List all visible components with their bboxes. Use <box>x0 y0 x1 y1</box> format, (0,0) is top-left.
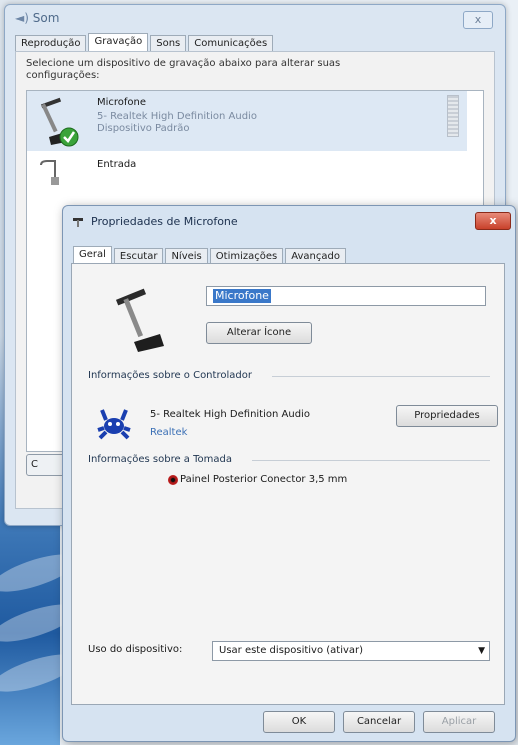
device-usage-value: Usar este dispositivo (ativar) <box>219 645 364 656</box>
dialog-titlebar: Propriedades de Microfone x <box>63 206 515 236</box>
tab-sons[interactable]: Sons <box>150 35 187 52</box>
ok-button[interactable]: OK <box>263 711 335 733</box>
microphone-icon <box>40 97 79 147</box>
jack-description: Painel Posterior Conector 3,5 mm <box>180 474 348 485</box>
device-row-microfone[interactable]: Microfone 5- Realtek High Definition Aud… <box>27 91 467 151</box>
change-icon-button[interactable]: Alterar Ícone <box>206 322 312 344</box>
sound-window-title-text: Som <box>32 11 60 25</box>
tab-reproducao[interactable]: Reprodução <box>15 35 87 52</box>
sound-tabs: Reprodução Gravação Sons Comunicações <box>15 33 275 52</box>
controller-vendor-link[interactable]: Realtek <box>150 427 187 438</box>
jack-color-icon <box>168 475 178 485</box>
jack-section-title: Informações sobre a Tomada <box>88 454 232 465</box>
device-status: Dispositivo Padrão <box>97 123 190 134</box>
microphone-large-icon <box>115 288 164 352</box>
device-driver: 5- Realtek High Definition Audio <box>97 111 257 122</box>
microphone-properties-dialog: Propriedades de Microfone x Geral Escuta… <box>62 205 516 742</box>
controller-properties-button[interactable]: Propriedades <box>396 405 498 427</box>
sound-window-title: ◄) Som <box>15 11 59 25</box>
sound-window-close-button[interactable]: x <box>463 11 493 29</box>
device-usage-select[interactable]: Usar este dispositivo (ativar) ▼ <box>212 641 490 661</box>
controller-section-rule <box>272 376 490 377</box>
device-usage-label: Uso do dispositivo: <box>88 644 183 655</box>
device-name-input[interactable]: Microfone <box>206 286 486 306</box>
jack-section-rule <box>252 460 490 461</box>
dialog-title: Propriedades de Microfone <box>91 215 238 228</box>
general-tab-panel: Microfone Alterar Ícone Informações sobr… <box>71 263 505 705</box>
device-name-microfone: Microfone <box>97 97 147 108</box>
cancel-button[interactable]: Cancelar <box>343 711 415 733</box>
controller-section-title: Informações sobre o Controlador <box>88 370 252 381</box>
tab-gravacao[interactable]: Gravação <box>88 33 149 52</box>
device-name-entrada: Entrada <box>97 159 137 170</box>
speaker-icon: ◄) <box>15 11 29 25</box>
apply-button[interactable]: Aplicar <box>423 711 495 733</box>
tab-comunicacoes[interactable]: Comunicações <box>188 35 274 52</box>
dialog-close-button[interactable]: x <box>475 212 511 230</box>
device-row-entrada[interactable]: Entrada <box>27 153 467 213</box>
level-meter <box>447 95 459 137</box>
chevron-down-icon: ▼ <box>478 646 485 656</box>
recording-description: Selecione um dispositivo de gravação aba… <box>26 58 341 81</box>
line-in-icon <box>40 160 59 185</box>
microphone-small-icon <box>73 218 83 227</box>
realtek-crab-icon <box>97 409 131 440</box>
device-name-input-text: Microfone <box>213 289 271 303</box>
controller-name: 5- Realtek High Definition Audio <box>150 409 310 420</box>
